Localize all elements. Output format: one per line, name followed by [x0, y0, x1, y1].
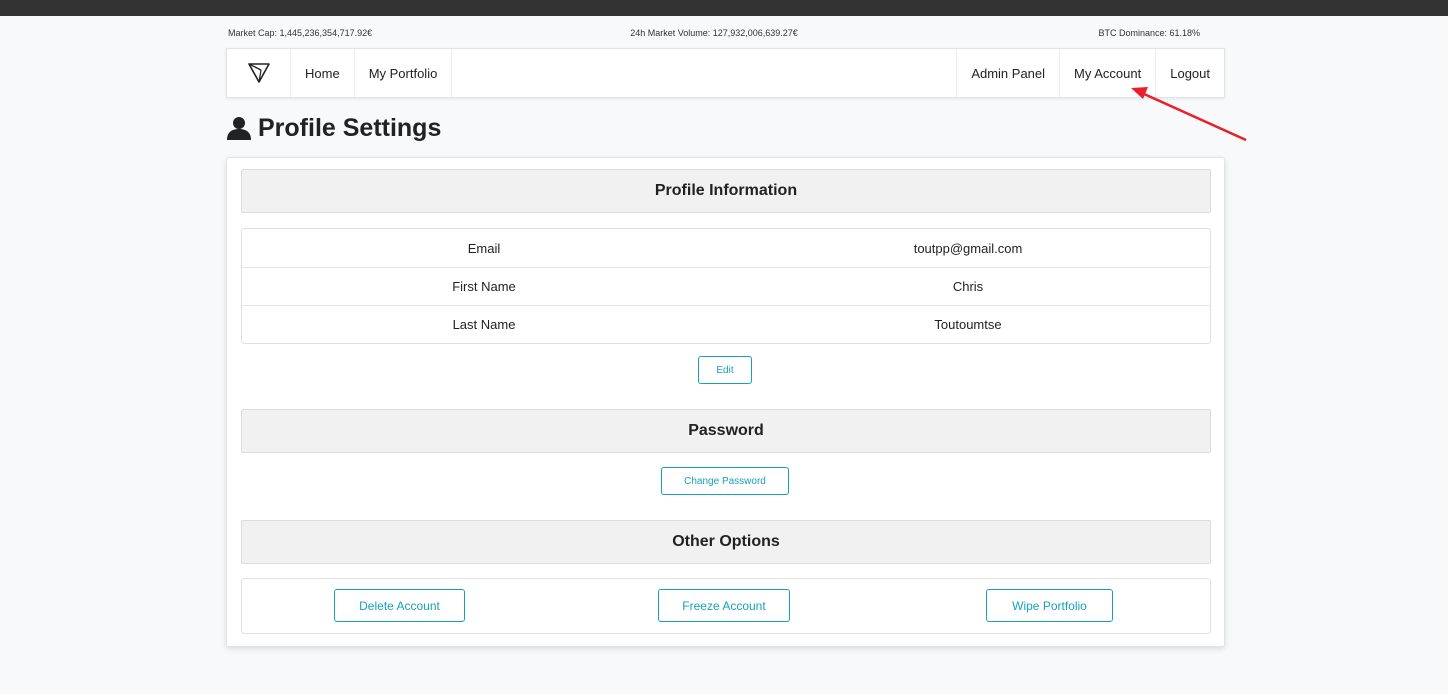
- password-heading: Password: [241, 409, 1211, 453]
- nav-spacer: [452, 49, 958, 97]
- nav-home[interactable]: Home: [291, 49, 355, 97]
- nav-my-account[interactable]: My Account: [1060, 49, 1157, 97]
- profile-info-heading: Profile Information: [241, 169, 1211, 213]
- btc-dominance: BTC Dominance: 61.18%: [1098, 28, 1200, 38]
- edit-button[interactable]: Edit: [698, 356, 752, 384]
- other-options-box: Delete Account Freeze Account Wipe Portf…: [241, 578, 1211, 634]
- page-title: Profile Settings: [226, 112, 441, 144]
- freeze-account-button[interactable]: Freeze Account: [658, 589, 790, 622]
- user-icon: [227, 117, 251, 140]
- browser-top-bar: [0, 0, 1448, 16]
- nav-admin-panel[interactable]: Admin Panel: [957, 49, 1061, 97]
- brand-logo[interactable]: [227, 49, 291, 97]
- last-name-label: Last Name: [452, 317, 516, 332]
- email-label: Email: [467, 240, 501, 256]
- last-name-value: Toutoumtse: [934, 317, 1002, 332]
- page-title-text: Profile Settings: [258, 113, 442, 142]
- triangle-logo-icon: [247, 63, 270, 83]
- nav-my-portfolio[interactable]: My Portfolio: [355, 49, 453, 97]
- market-volume: 24h Market Volume: 127,932,006,639.27€: [630, 28, 798, 38]
- email-value: toutpp@gmail.com: [913, 240, 1023, 256]
- change-password-button[interactable]: Change Password: [661, 467, 789, 495]
- market-stats-bar: Market Cap: 1,445,236,354,717.92€ 24h Ma…: [228, 28, 1200, 40]
- profile-settings-card: Profile Information Email toutpp@gmail.c…: [226, 157, 1225, 647]
- first-name-label: First Name: [452, 279, 516, 294]
- delete-account-button[interactable]: Delete Account: [334, 589, 465, 622]
- main-navbar: Home My Portfolio Admin Panel My Account…: [226, 48, 1225, 98]
- other-options-heading: Other Options: [241, 520, 1211, 564]
- wipe-portfolio-button[interactable]: Wipe Portfolio: [986, 589, 1113, 622]
- first-name-value: Chris: [952, 279, 984, 294]
- table-row: First Name Chris: [242, 267, 1210, 305]
- nav-logout[interactable]: Logout: [1156, 49, 1224, 97]
- profile-info-table: Email toutpp@gmail.com First Name Chris …: [241, 228, 1211, 344]
- table-row: Email toutpp@gmail.com: [242, 229, 1210, 267]
- table-row: Last Name Toutoumtse: [242, 305, 1210, 343]
